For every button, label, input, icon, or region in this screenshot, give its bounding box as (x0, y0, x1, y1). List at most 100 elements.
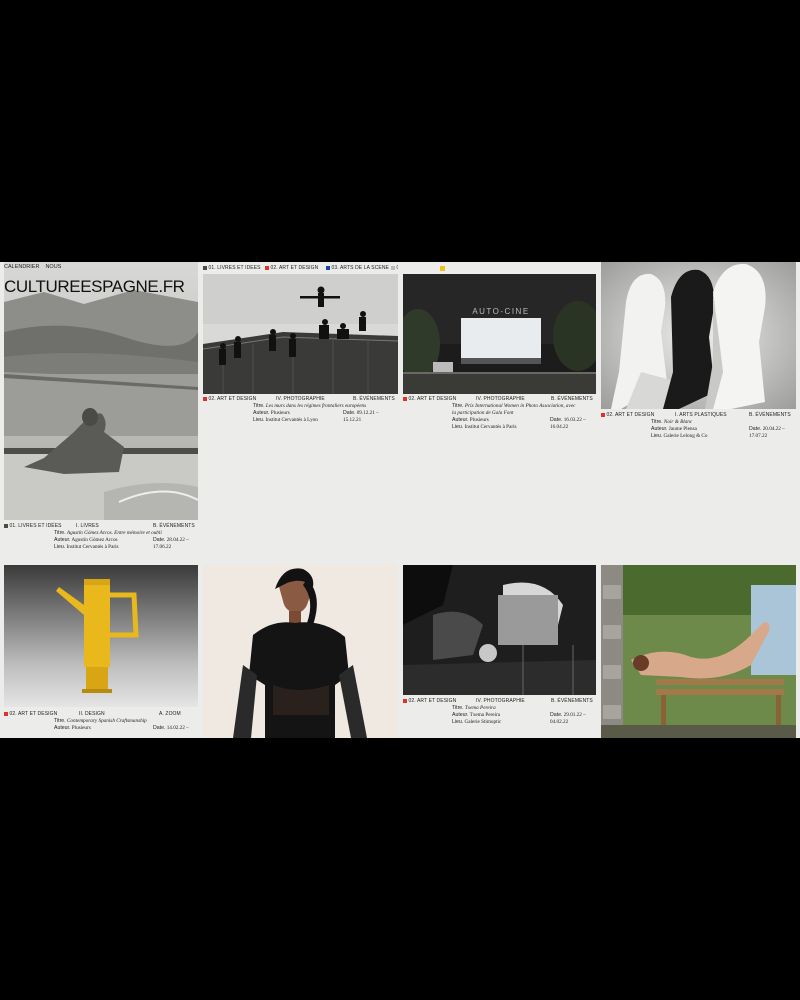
author-key: Auteur. (452, 417, 469, 423)
date-key: Date. (749, 426, 762, 432)
subcategory-tag[interactable]: IV. PHOTOGRAPHIE (476, 396, 525, 402)
category-tag[interactable]: 02. ART ET DESIGN (403, 396, 456, 402)
card-date-start: 16.03.22 – (563, 417, 586, 423)
author-key: Auteur. (54, 537, 71, 543)
card-tags: 02. ART ET DESIGN IV. PHOTOGRAPHIE B. ÉV… (403, 396, 596, 403)
top-tag-livres[interactable]: 01. LIVRES ET IDÉES (203, 265, 261, 271)
card-place: Galerie Lelong & Co (663, 433, 708, 439)
category-square-icon (326, 266, 330, 270)
type-tag[interactable]: B. ÉVÉNEMENTS (551, 396, 593, 402)
card-title[interactable]: Contemporary Spanish Craftsmanship (67, 718, 147, 724)
category-square-icon (203, 266, 207, 270)
place-key: Lieu. (452, 424, 464, 430)
top-tag-scene[interactable]: 03. ARTS DE LA SCÈNE (326, 265, 389, 271)
card-meta: Titre. Les murs dans les régimes frontal… (253, 403, 398, 424)
nav-about-link[interactable]: NOUS (45, 264, 61, 270)
type-tag[interactable]: B. ÉVÉNEMENTS (353, 396, 395, 402)
site-logo[interactable]: CULTUREESPAGNE.FR (4, 277, 185, 297)
top-tag-more[interactable]: 04 (391, 265, 398, 271)
logo-part-culture: CULTURE (4, 277, 81, 296)
card-title[interactable]: Txema Pereira (465, 705, 496, 711)
place-key: Lieu. (253, 417, 265, 423)
category-tag[interactable]: 02. ART ET DESIGN (4, 711, 57, 717)
category-tag[interactable]: 02. ART ET DESIGN (203, 396, 256, 402)
title-key: Titre. (54, 718, 66, 724)
card-place: Galerie Stimoptic (464, 719, 502, 725)
card-date-start: 29.01.22 – (563, 712, 586, 718)
card-date-start: 28.04.22 – (166, 537, 189, 543)
card-date-end: 17.06.22 (153, 544, 172, 550)
card-tags: 02. ART ET DESIGN II. DESIGN A. ZOOM (4, 711, 198, 718)
category-square-icon (391, 266, 395, 270)
card-author: Jaume Plensa (668, 426, 697, 432)
card-author: Plusieurs (469, 417, 489, 423)
yellow-square-icon (440, 266, 445, 271)
top-tag-label: 04 (397, 265, 399, 271)
category-label: 02. ART ET DESIGN (408, 698, 457, 704)
subcategory-tag[interactable]: IV. PHOTOGRAPHIE (476, 698, 525, 704)
card-date-start: 09.12.21 – (356, 410, 379, 416)
card-place: Institut Cervantès à Lyon (265, 417, 318, 423)
card-image-txema[interactable] (403, 565, 596, 695)
card-date-start: 20.04.22 – (762, 426, 785, 432)
top-nav: CALENDRIER NOUS (4, 264, 61, 270)
date-key: Date. (153, 725, 166, 731)
card-image-craftsmanship[interactable] (4, 565, 198, 707)
nav-calendar-link[interactable]: CALENDRIER (4, 264, 39, 270)
card-author: Plusieurs (270, 410, 290, 416)
subcategory-tag[interactable]: I. LIVRES (76, 523, 99, 529)
card-meta: Titre. Agustín Gómez Arcos. Entre mémoir… (54, 530, 198, 551)
logo-part-espagne: ESPAGNE.FR (80, 277, 185, 296)
title-key: Titre. (54, 530, 66, 536)
site-screen: CALENDRIER NOUS CULTUREESPAGNE.FR 01. LI… (0, 262, 800, 738)
category-tag[interactable]: 01. LIVRES ET IDÉES (4, 523, 62, 529)
card-author: Plusieurs (71, 725, 91, 731)
card-date-start: 14.02.22 – (166, 725, 189, 731)
type-tag[interactable]: B. ÉVÉNEMENTS (153, 523, 195, 529)
card-image-auto-cine[interactable]: AUTO-CINE (403, 274, 596, 394)
date-key: Date. (343, 410, 356, 416)
card-image-murs[interactable] (203, 274, 398, 394)
card-date-end: 04.02.22 (550, 719, 569, 725)
card-meta: Titre. Prix International Women in Photo… (452, 403, 596, 431)
subcategory-tag[interactable]: I. ARTS PLASTIQUES (675, 412, 727, 418)
card-title[interactable]: Agustín Gómez Arcos. Entre mémoire et ou… (67, 530, 162, 536)
card-date-end: 16.04.22 (550, 424, 569, 430)
card-image-noir-blanc[interactable] (601, 262, 796, 409)
card-title[interactable]: Noir & Blanc (664, 419, 692, 425)
subcategory-tag[interactable]: II. DESIGN (79, 711, 105, 717)
card-title[interactable]: Prix International Women in Photo Associ… (465, 403, 576, 409)
type-tag[interactable]: B. ÉVÉNEMENTS (551, 698, 593, 704)
author-key: Auteur. (54, 725, 71, 731)
card-title[interactable]: Les murs dans les régimes frontaliers eu… (266, 403, 366, 409)
category-label: 02. ART ET DESIGN (9, 711, 58, 717)
title-key: Titre. (253, 403, 265, 409)
category-label: 02. ART ET DESIGN (208, 396, 257, 402)
category-tag[interactable]: 02. ART ET DESIGN (403, 698, 456, 704)
date-key: Date. (153, 537, 166, 543)
subcategory-tag[interactable]: IV. PHOTOGRAPHIE (276, 396, 325, 402)
category-tag[interactable]: 02. ART ET DESIGN (601, 412, 654, 418)
top-tag-label: 02. ART ET DESIGN (270, 265, 319, 271)
category-square-icon (403, 699, 407, 703)
place-key: Lieu. (452, 719, 464, 725)
card-title-continued[interactable]: la participation de Gala Font (452, 410, 513, 416)
type-tag[interactable]: B. ÉVÉNEMENTS (749, 412, 791, 418)
card-place: Institut Cervantès à Paris (66, 544, 119, 550)
place-key: Lieu. (54, 544, 66, 550)
category-square-icon (403, 397, 407, 401)
title-key: Titre. (651, 419, 663, 425)
top-tag-label: 03. ARTS DE LA SCÈNE (331, 265, 389, 271)
author-key: Auteur. (651, 426, 668, 432)
card-image-gomez-arcos[interactable] (4, 262, 198, 520)
card-meta: Titre. Contemporary Spanish Craftsmanshi… (54, 718, 198, 732)
top-tag-art[interactable]: 02. ART ET DESIGN (265, 265, 318, 271)
type-tag[interactable]: A. ZOOM (159, 711, 181, 717)
card-tags: 02. ART ET DESIGN IV. PHOTOGRAPHIE B. ÉV… (403, 698, 596, 705)
card-image-garden[interactable] (601, 565, 796, 738)
category-square-icon (4, 524, 8, 528)
category-square-icon (4, 712, 8, 716)
card-image-portrait[interactable] (203, 565, 398, 738)
category-label: 02. ART ET DESIGN (606, 412, 655, 418)
date-key: Date. (550, 712, 563, 718)
